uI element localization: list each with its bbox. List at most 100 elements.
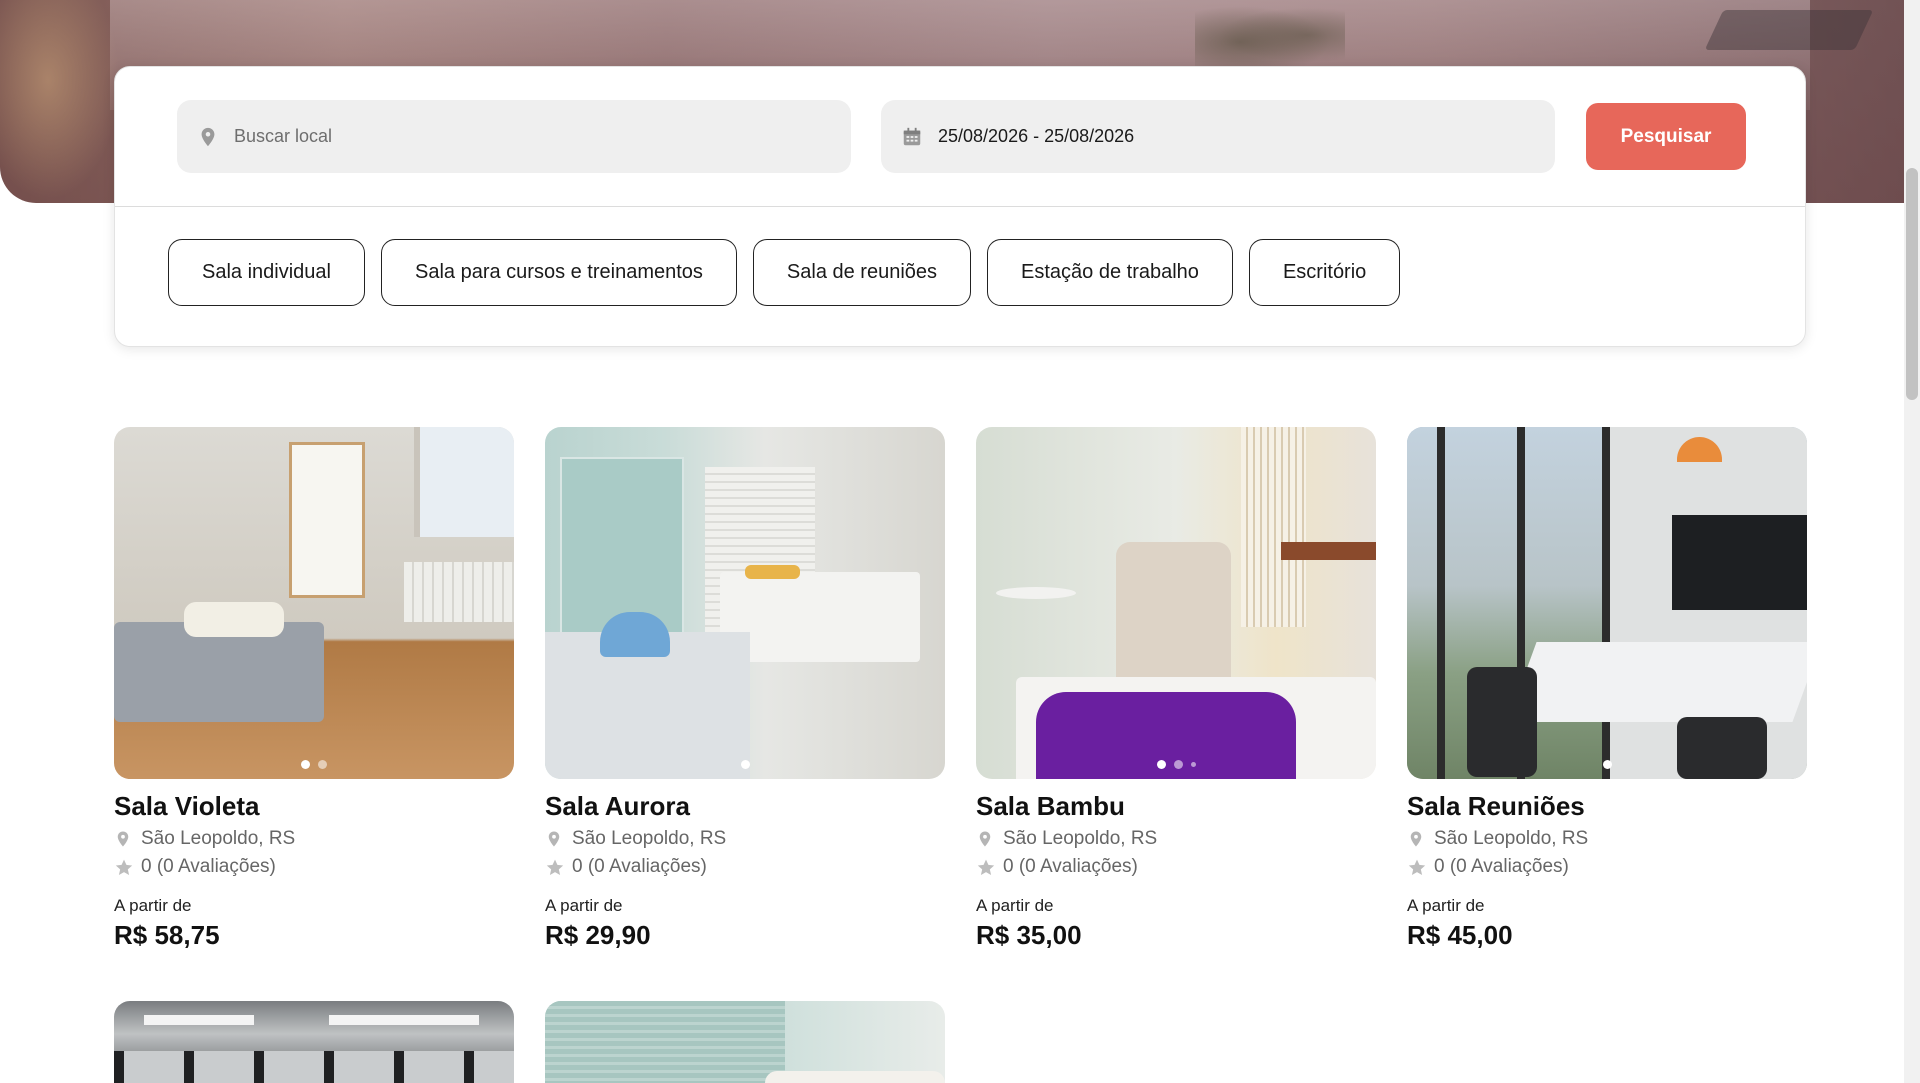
shelf bbox=[1281, 542, 1376, 560]
star-icon bbox=[1407, 858, 1426, 876]
category-chip-cursos-treinamentos[interactable]: Sala para cursos e treinamentos bbox=[380, 239, 737, 306]
carousel-dot[interactable] bbox=[301, 760, 310, 769]
star-icon bbox=[114, 858, 133, 876]
listing-card[interactable]: Sala Reuniões São Leopoldo, RS 0 (0 Aval… bbox=[1407, 427, 1807, 951]
listing-price: R$ 45,00 bbox=[1407, 920, 1513, 950]
price-prefix: A partir de bbox=[1407, 896, 1485, 915]
carousel-dot[interactable] bbox=[1173, 760, 1183, 769]
bed bbox=[765, 1071, 945, 1083]
listing-title[interactable]: Sala Violeta bbox=[114, 791, 514, 822]
listing-photo[interactable] bbox=[114, 427, 514, 779]
carousel-dots[interactable] bbox=[1407, 760, 1807, 769]
meeting-table bbox=[1507, 642, 1807, 722]
location-text: São Leopoldo, RS bbox=[1434, 828, 1589, 849]
blue-chair bbox=[600, 612, 670, 657]
map-pin-icon bbox=[545, 830, 563, 848]
location-text: São Leopoldo, RS bbox=[141, 828, 296, 849]
search-panel: Buscar local 25/08/2026 - 25/08/2026 Pes… bbox=[114, 66, 1806, 347]
listing-card[interactable]: Sala Bambu São Leopoldo, RS 0 (0 Avaliaç… bbox=[976, 427, 1376, 951]
search-button[interactable]: Pesquisar bbox=[1586, 103, 1746, 170]
category-chip-estacao-trabalho[interactable]: Estação de trabalho bbox=[987, 239, 1233, 306]
category-chip-sala-individual[interactable]: Sala individual bbox=[168, 239, 365, 306]
map-pin-icon bbox=[1407, 830, 1425, 848]
listing-card[interactable] bbox=[114, 1001, 514, 1083]
date-range-value: 25/08/2026 - 25/08/2026 bbox=[938, 126, 1135, 146]
listing-title[interactable]: Sala Reuniões bbox=[1407, 791, 1807, 822]
listing-title[interactable]: Sala Aurora bbox=[545, 791, 945, 822]
category-chip-escritorio[interactable]: Escritório bbox=[1248, 239, 1401, 306]
price-prefix: A partir de bbox=[114, 896, 192, 915]
location-text: São Leopoldo, RS bbox=[572, 828, 727, 849]
rating-text: 0 (0 Avaliações) bbox=[141, 856, 276, 877]
carousel-dots[interactable] bbox=[114, 760, 514, 769]
rating-text: 0 (0 Avaliações) bbox=[1003, 856, 1138, 877]
listing-card[interactable] bbox=[545, 1001, 945, 1083]
location-text: São Leopoldo, RS bbox=[1003, 828, 1158, 849]
map-pin-icon bbox=[197, 126, 219, 148]
window-row bbox=[114, 1051, 514, 1083]
listing-location: São Leopoldo, RS bbox=[976, 828, 1376, 850]
calendar-icon bbox=[901, 126, 923, 148]
carousel-dot[interactable] bbox=[318, 760, 327, 769]
listing-location: São Leopoldo, RS bbox=[545, 828, 945, 850]
price-prefix: A partir de bbox=[976, 896, 1054, 915]
listing-card[interactable]: Sala Violeta São Leopoldo, RS 0 (0 Avali… bbox=[114, 427, 514, 951]
window-frame bbox=[1602, 427, 1610, 779]
window bbox=[414, 427, 514, 537]
rating-text: 0 (0 Avaliações) bbox=[1434, 856, 1569, 877]
map-pin-icon bbox=[114, 830, 132, 848]
star-icon bbox=[545, 858, 564, 876]
carousel-dots[interactable] bbox=[545, 760, 945, 769]
listing-photo[interactable] bbox=[1407, 427, 1807, 779]
price-prefix: A partir de bbox=[545, 896, 623, 915]
tv-screen bbox=[1672, 515, 1807, 610]
carousel-dot[interactable] bbox=[740, 760, 750, 769]
carousel-dot[interactable] bbox=[1156, 760, 1166, 769]
carousel-dot[interactable] bbox=[1190, 762, 1196, 767]
curtain bbox=[1241, 427, 1306, 627]
category-chip-sala-reunioes[interactable]: Sala de reuniões bbox=[752, 239, 972, 306]
listing-location: São Leopoldo, RS bbox=[114, 828, 514, 850]
listing-card[interactable]: Sala Aurora São Leopoldo, RS 0 (0 Avalia… bbox=[545, 427, 945, 951]
listing-location: São Leopoldo, RS bbox=[1407, 828, 1807, 850]
map-pin-icon bbox=[976, 830, 994, 848]
ceiling-light bbox=[144, 1015, 254, 1025]
star-icon bbox=[976, 858, 995, 876]
scrollbar-thumb[interactable] bbox=[1906, 168, 1918, 400]
office-chair bbox=[1677, 717, 1767, 779]
location-search-field[interactable]: Buscar local bbox=[177, 100, 851, 173]
search-row: Buscar local 25/08/2026 - 25/08/2026 Pes… bbox=[115, 67, 1805, 207]
bed bbox=[114, 622, 324, 722]
listing-rating: 0 (0 Avaliações) bbox=[114, 856, 514, 878]
flipchart bbox=[289, 442, 365, 598]
carousel-dot[interactable] bbox=[1602, 760, 1612, 769]
listing-price: R$ 29,90 bbox=[545, 920, 651, 950]
listing-price: R$ 58,75 bbox=[114, 920, 220, 950]
massage-table bbox=[720, 572, 920, 662]
side-table bbox=[996, 587, 1076, 599]
location-placeholder: Buscar local bbox=[234, 126, 333, 146]
listing-rating: 0 (0 Avaliações) bbox=[545, 856, 945, 878]
listing-rating: 0 (0 Avaliações) bbox=[1407, 856, 1807, 878]
hero-chair bbox=[0, 0, 120, 200]
category-filters: Sala individual Sala para cursos e trein… bbox=[168, 239, 1401, 306]
listing-photo[interactable] bbox=[976, 427, 1376, 779]
listing-price: R$ 35,00 bbox=[976, 920, 1082, 950]
listing-photo[interactable] bbox=[114, 1001, 514, 1083]
radiator bbox=[404, 562, 514, 622]
pillow bbox=[184, 602, 284, 637]
ceiling-light bbox=[329, 1015, 479, 1025]
listing-photo[interactable] bbox=[545, 1001, 945, 1083]
carousel-dots[interactable] bbox=[976, 760, 1376, 769]
hero-plant bbox=[1195, 0, 1345, 70]
window-blinds bbox=[545, 1001, 785, 1083]
listing-photo[interactable] bbox=[545, 427, 945, 779]
rating-text: 0 (0 Avaliações) bbox=[572, 856, 707, 877]
pillow bbox=[745, 565, 800, 579]
hero-laptop bbox=[1704, 10, 1874, 50]
window-frame bbox=[1437, 427, 1445, 779]
listing-title[interactable]: Sala Bambu bbox=[976, 791, 1376, 822]
date-range-field[interactable]: 25/08/2026 - 25/08/2026 bbox=[881, 100, 1555, 173]
page-scrollbar[interactable] bbox=[1904, 0, 1920, 1083]
listing-rating: 0 (0 Avaliações) bbox=[976, 856, 1376, 878]
